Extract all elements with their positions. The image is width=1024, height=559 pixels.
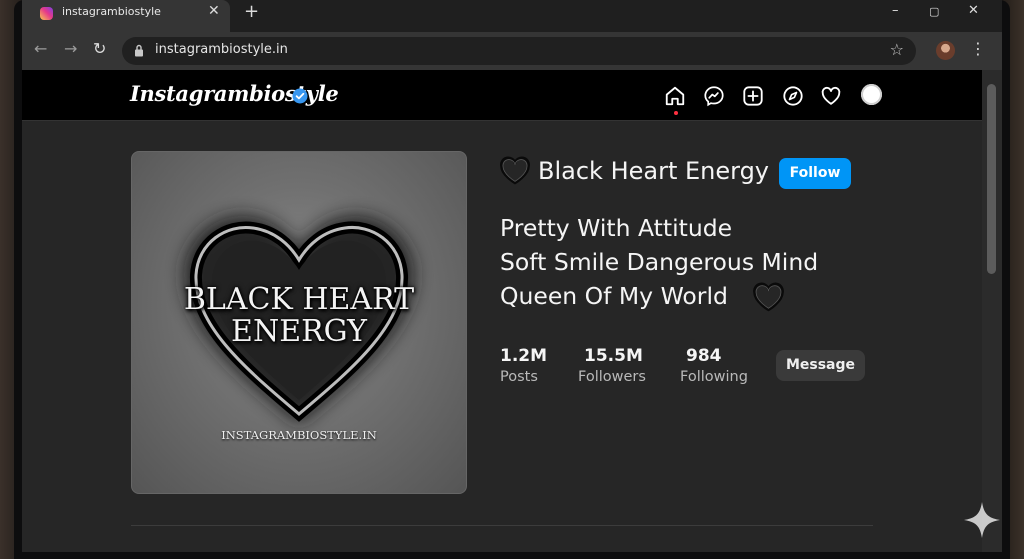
bookmark-star-icon[interactable]: ☆ bbox=[890, 40, 904, 59]
bio-heart-icon bbox=[753, 282, 784, 312]
follow-button[interactable]: Follow bbox=[779, 158, 851, 189]
scrollbar[interactable] bbox=[982, 70, 1002, 552]
followers-label[interactable]: Followers bbox=[578, 369, 646, 385]
notification-dot bbox=[674, 111, 678, 115]
browser-profile-avatar[interactable] bbox=[936, 41, 955, 60]
maximize-button[interactable]: ▢ bbox=[929, 5, 939, 18]
browser-tab[interactable]: instagrambiostyle ✕ bbox=[22, 0, 230, 32]
back-button[interactable]: ← bbox=[34, 39, 47, 58]
picture-title-line1: BLACK HEART bbox=[183, 282, 415, 317]
browser-window: instagrambiostyle ✕ + – ▢ ✕ ← → ↻ instag… bbox=[22, 0, 1002, 552]
bio-line-2: Soft Smile Dangerous Mind bbox=[500, 248, 819, 276]
sparkle-icon bbox=[964, 502, 1000, 538]
home-icon[interactable] bbox=[664, 85, 686, 107]
profile-username: Black Heart Energy bbox=[538, 157, 770, 185]
following-count[interactable]: 984 bbox=[686, 346, 722, 366]
heart-outline-icon bbox=[500, 156, 530, 185]
followers-count[interactable]: 15.5M bbox=[584, 346, 643, 366]
posts-label: Posts bbox=[500, 369, 538, 385]
lock-icon bbox=[135, 44, 143, 57]
forward-button[interactable]: → bbox=[64, 39, 77, 58]
browser-menu-icon[interactable]: ⋮ bbox=[970, 39, 986, 58]
profile-avatar[interactable] bbox=[861, 84, 882, 105]
explore-icon[interactable] bbox=[782, 85, 804, 107]
verified-badge-icon bbox=[292, 88, 308, 104]
message-button[interactable]: Message bbox=[776, 350, 865, 381]
reload-button[interactable]: ↻ bbox=[93, 39, 106, 58]
section-divider bbox=[131, 525, 873, 526]
address-url: instagrambiostyle.in bbox=[155, 42, 288, 57]
close-window-button[interactable]: ✕ bbox=[968, 3, 979, 18]
profile-picture[interactable]: BLACK HEART ENERGY INSTAGRAMBIOSTYLE.IN bbox=[131, 151, 467, 494]
picture-watermark: INSTAGRAMBIOSTYLE.IN bbox=[221, 428, 377, 442]
minimize-button[interactable]: – bbox=[892, 3, 899, 18]
new-post-icon[interactable] bbox=[742, 85, 764, 107]
picture-title-line2: ENERGY bbox=[231, 314, 367, 349]
address-bar[interactable]: instagrambiostyle.in ☆ bbox=[122, 37, 916, 65]
instagram-header: Instagrambiostyle bbox=[22, 70, 982, 121]
tab-close-icon[interactable]: ✕ bbox=[208, 3, 220, 19]
tab-title: instagrambiostyle bbox=[62, 5, 161, 18]
scrollbar-thumb[interactable] bbox=[987, 84, 996, 274]
bio-line-1: Pretty With Attitude bbox=[500, 214, 733, 242]
bio-line-3: Queen Of My World bbox=[500, 282, 728, 310]
activity-heart-icon[interactable] bbox=[820, 85, 842, 107]
posts-count: 1.2M bbox=[500, 346, 548, 366]
messenger-icon[interactable] bbox=[703, 85, 725, 107]
new-tab-button[interactable]: + bbox=[244, 1, 259, 22]
instagram-favicon-icon bbox=[40, 7, 53, 20]
browser-toolbar: ← → ↻ instagrambiostyle.in ☆ ⋮ bbox=[22, 32, 1002, 70]
following-label[interactable]: Following bbox=[680, 369, 748, 385]
tab-strip: instagrambiostyle ✕ + – ▢ ✕ bbox=[22, 0, 1002, 32]
web-page: Instagrambiostyle BLACK HEART ENERGY INS… bbox=[22, 70, 982, 552]
